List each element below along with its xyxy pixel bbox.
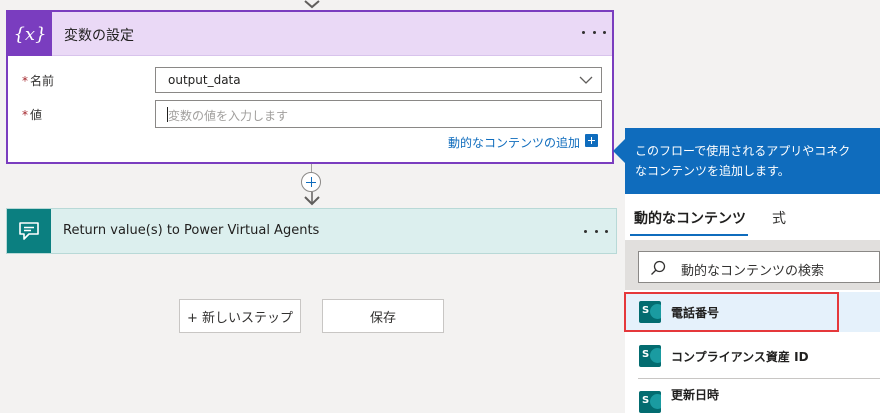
search-placeholder: 動的なコンテンツの検索	[681, 264, 825, 279]
tab-dynamic-content[interactable]: 動的なコンテンツ	[634, 208, 746, 228]
chat-icon	[7, 209, 51, 253]
return-values-card[interactable]: Return value(s) to Power Virtual Agents	[6, 208, 617, 254]
dynamic-content-search-input[interactable]: 動的なコンテンツの検索	[638, 251, 880, 283]
panel-description: このフローで使用されるアプリやコネク なコンテンツを追加します。	[625, 128, 880, 194]
more-options-icon[interactable]	[584, 223, 608, 239]
dynamic-content-item[interactable]: S 更新日時	[625, 379, 880, 413]
add-dynamic-content-icon[interactable]	[585, 134, 598, 147]
active-tab-indicator	[630, 234, 748, 236]
set-variable-card: {x} 変数の設定 * 名前 output_data * 値 変数の値を入力します …	[6, 10, 614, 164]
more-options-icon[interactable]	[582, 24, 606, 40]
tab-expression[interactable]: 式	[772, 208, 786, 228]
insert-step-button[interactable]	[301, 172, 321, 192]
item-label: コンプライアンス資産 ID	[671, 350, 809, 364]
save-button[interactable]: 保存	[322, 299, 444, 333]
set-variable-title: 変数の設定	[64, 28, 134, 44]
new-step-button[interactable]: + 新しいステップ	[179, 299, 301, 333]
dynamic-content-item[interactable]: S コンプライアンス資産 ID	[625, 335, 880, 377]
return-values-title: Return value(s) to Power Virtual Agents	[63, 223, 320, 238]
variable-icon: {x}	[8, 12, 52, 56]
add-dynamic-content-link[interactable]: 動的なコンテンツの追加	[448, 134, 580, 151]
variable-name-value: output_data	[168, 73, 241, 87]
name-label: * 名前	[22, 74, 55, 88]
item-label: 電話番号	[671, 306, 720, 320]
sharepoint-icon: S	[639, 301, 661, 323]
set-variable-header[interactable]: {x} 変数の設定	[8, 12, 612, 56]
dynamic-content-item[interactable]: S 電話番号	[625, 292, 880, 332]
variable-value-input[interactable]: 変数の値を入力します	[155, 100, 602, 128]
sharepoint-icon: S	[639, 345, 661, 367]
sharepoint-icon: S	[639, 391, 661, 413]
variable-name-select[interactable]: output_data	[155, 67, 602, 93]
chevron-down-icon	[579, 76, 593, 84]
search-icon	[651, 260, 666, 275]
value-label: * 値	[22, 108, 43, 122]
flow-arrow-down	[304, 192, 320, 206]
svg-text:{x}: {x}	[15, 24, 45, 45]
item-label: 更新日時	[671, 388, 720, 402]
flow-arrow-top	[304, 0, 320, 9]
